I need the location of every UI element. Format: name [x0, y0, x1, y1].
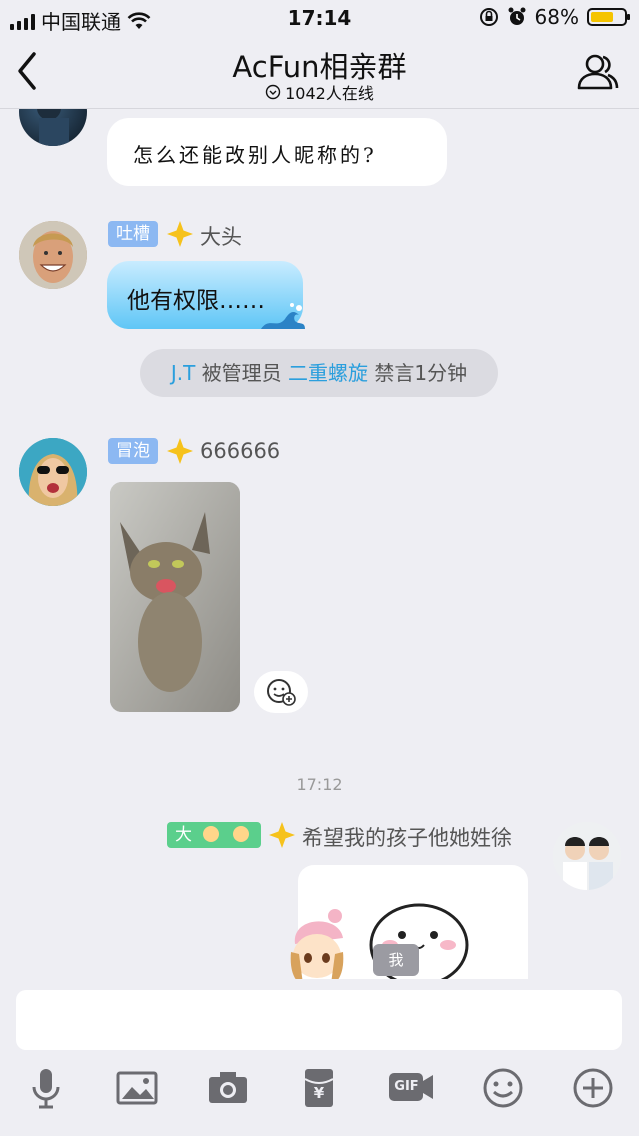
- emoji-icon[interactable]: [480, 1065, 526, 1111]
- microphone-icon[interactable]: [23, 1065, 69, 1111]
- group-members-icon[interactable]: [575, 50, 619, 94]
- nickname: 希望我的孩子他她姓徐: [302, 826, 512, 850]
- image-icon[interactable]: [114, 1065, 160, 1111]
- message-bubble-themed[interactable]: 他有权限……: [107, 261, 305, 329]
- yen-label: ¥: [313, 1084, 325, 1102]
- message-input[interactable]: [16, 990, 622, 1050]
- chick-icon: [203, 826, 220, 842]
- avatar[interactable]: [19, 221, 87, 289]
- badge-text: 大: [175, 825, 192, 845]
- timestamp: 17:12: [296, 775, 343, 794]
- wave-decoration-icon: [261, 303, 305, 329]
- sticker-caption-text: 我: [388, 951, 404, 969]
- message-text: 他有权限……: [127, 288, 265, 314]
- gif-label: GIF: [394, 1079, 419, 1094]
- nav-bar: AcFun相亲群 1042人在线: [0, 36, 639, 109]
- alarm-icon: [508, 7, 526, 25]
- battery-icon: [587, 8, 630, 26]
- notice-action: 禁言1分钟: [374, 361, 468, 385]
- member-badge: 吐槽: [108, 221, 158, 247]
- nickname: 大头: [200, 225, 242, 249]
- notice-text: 被管理员: [201, 361, 282, 385]
- avatar[interactable]: [19, 109, 87, 146]
- red-packet-icon[interactable]: ¥: [296, 1065, 342, 1111]
- message-bubble[interactable]: 怎么还能改别人昵称的?: [107, 118, 447, 186]
- battery-percent: 68%: [534, 5, 579, 29]
- emoji-add-icon: [267, 679, 296, 706]
- chat-area[interactable]: 古田 怎么还能改别人昵称的? 吐槽 大头 他有权限…… J.T 被管理员 二重螺…: [0, 109, 639, 979]
- nickname: 666666: [200, 439, 281, 463]
- online-count: 1042人在线: [285, 84, 374, 103]
- system-notice: J.T 被管理员 二重螺旋 禁言1分钟: [140, 349, 498, 397]
- star-icon: [269, 822, 295, 848]
- star-icon: [167, 221, 193, 247]
- rotation-lock-icon: [479, 8, 498, 26]
- plus-icon[interactable]: [570, 1065, 616, 1111]
- cat-photo[interactable]: [110, 482, 240, 712]
- muted-user-link[interactable]: J.T: [171, 361, 195, 385]
- input-area: ¥ GIF: [0, 979, 639, 1136]
- camera-icon[interactable]: [205, 1065, 251, 1111]
- status-bar: 中国联通 17:14 68%: [0, 0, 639, 36]
- member-badge: 冒泡: [108, 438, 158, 464]
- toolbar: ¥ GIF: [0, 1065, 639, 1125]
- message-text: 怎么还能改别人昵称的?: [133, 143, 377, 167]
- chevron-down-circle-icon: [265, 84, 281, 100]
- sticker-caption: 我: [373, 944, 419, 976]
- star-icon: [167, 438, 193, 464]
- online-status[interactable]: 1042人在线: [0, 80, 639, 104]
- gif-icon[interactable]: GIF: [387, 1065, 435, 1111]
- self-avatar[interactable]: [553, 822, 621, 890]
- member-badge: 大: [167, 822, 261, 848]
- add-reaction-button[interactable]: [254, 671, 308, 713]
- chick-icon: [232, 826, 249, 842]
- admin-link[interactable]: 二重螺旋: [288, 361, 368, 385]
- avatar[interactable]: [19, 438, 87, 506]
- sticker-girl: [277, 904, 357, 979]
